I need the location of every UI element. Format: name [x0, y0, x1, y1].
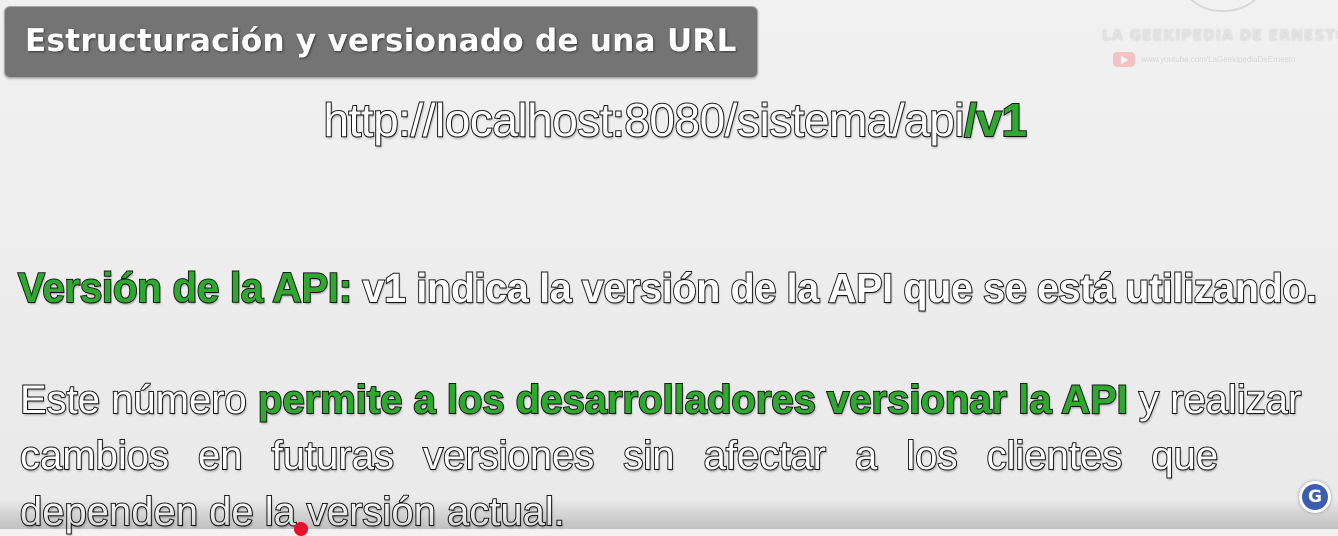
version-label: Versión de la API:: [17, 263, 353, 312]
url-base: http://localhost:8080/sistema/api: [322, 93, 965, 147]
paragraph-highlight: permite a los desarrolladores versionar …: [257, 377, 1129, 423]
version-description: Versión de la API: v1 indica la versión …: [17, 263, 1318, 312]
paragraph-line-2: cambios en futuras versiones sin afectar…: [19, 433, 1219, 479]
brand-name: LA GEEKIPEDIA DE ERNESTO: [1102, 28, 1338, 44]
example-url: http://localhost:8080/sistema/api/v1: [0, 93, 1338, 147]
youtube-icon: [1113, 52, 1135, 67]
paragraph-text: Este número: [19, 377, 258, 423]
video-bottom-fade: [0, 499, 1338, 529]
progress-scrubber[interactable]: [294, 522, 308, 536]
paragraph-line-1: Este número permite a los desarrolladore…: [19, 377, 1330, 423]
channel-badge[interactable]: G: [1299, 481, 1331, 513]
title-banner: Estructuración y versionado de una URL: [4, 6, 758, 78]
brand-logo-circle: [1175, 0, 1271, 12]
slide-title: Estructuración y versionado de una URL: [25, 23, 737, 59]
version-text: v1 indica la versión de la API que se es…: [351, 264, 1318, 312]
paragraph-text: y realizar: [1127, 377, 1302, 423]
url-version: /v1: [963, 93, 1028, 147]
brand-url: www.youtube.com/LaGeekipediaDeErnesto: [1141, 55, 1296, 64]
g-logo-icon: G: [1302, 484, 1328, 510]
